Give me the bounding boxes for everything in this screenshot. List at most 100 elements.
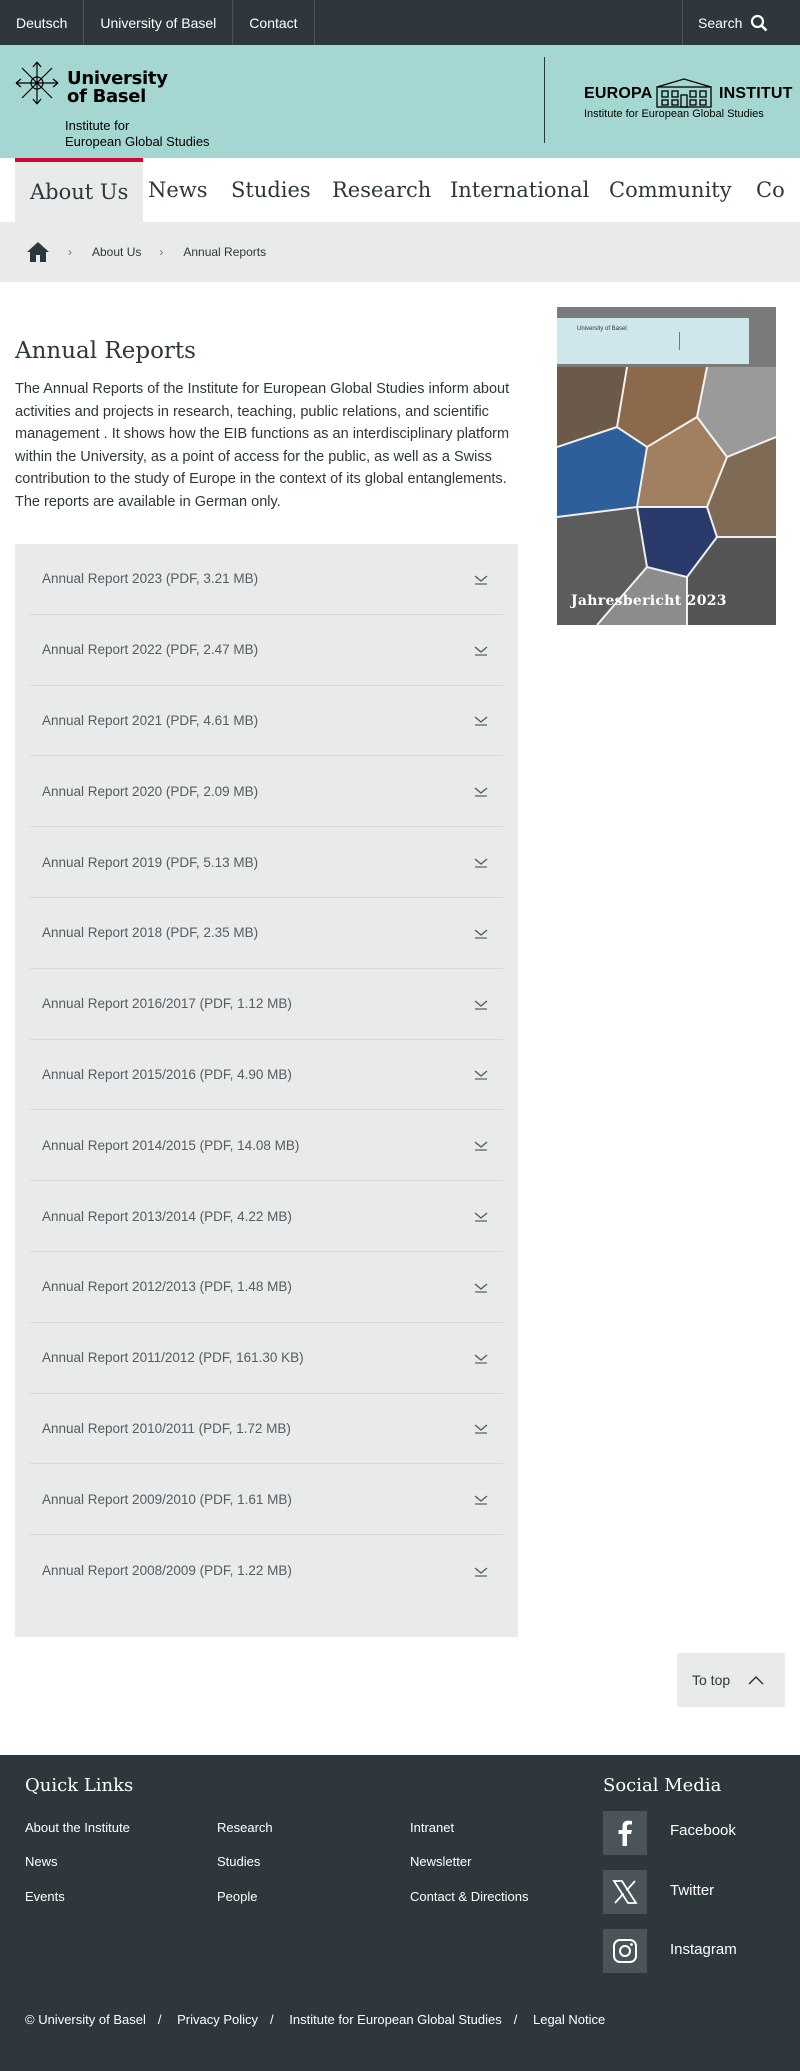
privacy-policy-link[interactable]: Privacy Policy bbox=[177, 2012, 258, 2027]
search-label: Search bbox=[698, 14, 743, 31]
accordion-item[interactable]: Annual Report 2014/2015 (PDF, 14.08 MB) bbox=[30, 1110, 503, 1182]
university-logo[interactable]: University of Basel Institute for Europe… bbox=[15, 59, 275, 149]
building-icon bbox=[656, 78, 712, 108]
accordion-item-label: Annual Report 2008/2009 (PDF, 1.22 MB) bbox=[42, 1563, 292, 1579]
accordion-item-label: Annual Report 2021 (PDF, 4.61 MB) bbox=[42, 712, 259, 728]
main-navigation: About Us News Studies Research Internati… bbox=[0, 158, 800, 222]
facebook-link[interactable]: Facebook bbox=[670, 1822, 736, 1839]
accordion-item[interactable]: Annual Report 2018 (PDF, 2.35 MB) bbox=[30, 898, 503, 969]
accordion-item[interactable]: Annual Report 2022 (PDF, 2.47 MB) bbox=[30, 615, 503, 686]
chevron-down-icon bbox=[474, 1141, 488, 1151]
nav-item-news[interactable]: News bbox=[133, 158, 223, 222]
breadcrumb-current: Annual Reports bbox=[183, 245, 267, 259]
chevron-down-icon bbox=[474, 1070, 488, 1081]
accordion-item[interactable]: Annual Report 2019 (PDF, 5.13 MB) bbox=[30, 827, 503, 898]
home-icon[interactable] bbox=[26, 241, 50, 263]
footer-link-events[interactable]: Events bbox=[25, 1889, 65, 1904]
accordion-item[interactable]: Annual Report 2010/2011 (PDF, 1.72 MB) bbox=[30, 1394, 503, 1465]
chevron-down-icon bbox=[474, 1424, 488, 1435]
accordion-item[interactable]: Annual Report 2020 (PDF, 2.09 MB) bbox=[30, 756, 503, 828]
nav-item-about-us[interactable]: About Us bbox=[15, 158, 144, 222]
annual-report-cover-image: University of Basel Jahresbericht 2023 bbox=[557, 307, 776, 625]
page-title: Annual Reports bbox=[15, 338, 196, 364]
chevron-down-icon bbox=[474, 858, 488, 868]
accordion-item-label: Annual Report 2022 (PDF, 2.47 MB) bbox=[42, 642, 259, 658]
accordion-item-label: Annual Report 2023 (PDF, 3.21 MB) bbox=[42, 571, 259, 587]
breadcrumb-about-us[interactable]: About Us bbox=[92, 245, 141, 259]
accordion-item-label: Annual Report 2020 (PDF, 2.09 MB) bbox=[42, 783, 259, 799]
intro-text: The Annual Reports of the Institute for … bbox=[15, 381, 510, 510]
accordion-item-label: Annual Report 2014/2015 (PDF, 14.08 MB) bbox=[42, 1137, 300, 1153]
chevron-up-icon bbox=[748, 1675, 764, 1685]
accordion-item[interactable]: Annual Report 2021 (PDF, 4.61 MB) bbox=[30, 686, 503, 757]
search-button[interactable]: Search bbox=[682, 0, 800, 45]
nav-item-community[interactable]: Community bbox=[594, 158, 747, 222]
cover-caption: Jahresbericht 2023 bbox=[571, 593, 727, 609]
institute-name: Institute for European Global Studies bbox=[65, 118, 210, 149]
chevron-down-icon bbox=[474, 1283, 488, 1293]
facebook-icon[interactable] bbox=[603, 1811, 647, 1855]
twitter-link[interactable]: Twitter bbox=[670, 1882, 714, 1899]
instagram-link[interactable]: Instagram bbox=[670, 1941, 737, 1958]
accordion-item-label: Annual Report 2019 (PDF, 5.13 MB) bbox=[42, 854, 259, 870]
accordion-item[interactable]: Annual Report 2023 (PDF, 3.21 MB) bbox=[30, 544, 503, 615]
accordion-item[interactable]: Annual Report 2012/2013 (PDF, 1.48 MB) bbox=[30, 1252, 503, 1323]
nav-item-studies[interactable]: Studies bbox=[216, 158, 326, 222]
legal-notice-link[interactable]: Legal Notice bbox=[533, 2012, 605, 2027]
accordion-item[interactable]: Annual Report 2009/2010 (PDF, 1.61 MB) bbox=[30, 1464, 503, 1536]
accordion-item[interactable]: Annual Report 2008/2009 (PDF, 1.22 MB) bbox=[30, 1535, 503, 1606]
header-divider bbox=[544, 57, 545, 143]
nav-item-international[interactable]: International bbox=[435, 158, 604, 222]
chevron-down-icon bbox=[474, 929, 488, 939]
accordion-item[interactable]: Annual Report 2016/2017 (PDF, 1.12 MB) bbox=[30, 969, 503, 1040]
europa-institut-logo[interactable]: EUROPA INSTITUT Institute for European G… bbox=[584, 77, 792, 127]
footer-link-about[interactable]: About the Institute bbox=[25, 1820, 130, 1835]
chevron-right-icon: › bbox=[68, 245, 72, 259]
accordion-item[interactable]: Annual Report 2015/2016 (PDF, 4.90 MB) bbox=[30, 1040, 503, 1111]
accordion-item[interactable]: Annual Report 2013/2014 (PDF, 4.22 MB) bbox=[30, 1181, 503, 1252]
university-name: University of Basel bbox=[67, 68, 168, 107]
footer-link-contact[interactable]: Contact & Directions bbox=[410, 1889, 529, 1904]
x-icon[interactable] bbox=[603, 1870, 647, 1914]
chevron-down-icon bbox=[474, 1567, 488, 1577]
accordion-item[interactable]: Annual Report 2011/2012 (PDF, 161.30 KB) bbox=[30, 1323, 503, 1394]
cover-header-bar: University of Basel bbox=[557, 318, 749, 364]
breadcrumb: › About Us › Annual Reports bbox=[0, 222, 800, 282]
instagram-icon[interactable] bbox=[603, 1929, 647, 1973]
quick-links-title: Quick Links bbox=[25, 1775, 134, 1796]
language-link[interactable]: Deutsch bbox=[0, 0, 85, 45]
chevron-down-icon bbox=[474, 1000, 488, 1010]
accordion-item-label: Annual Report 2015/2016 (PDF, 4.90 MB) bbox=[42, 1066, 292, 1082]
nav-item-truncated[interactable]: Co bbox=[741, 158, 800, 222]
to-top-button[interactable]: To top bbox=[677, 1653, 785, 1707]
footer-link-people[interactable]: People bbox=[217, 1889, 257, 1904]
legal-links: © University of Basel / Privacy Policy / I… bbox=[25, 2012, 606, 2027]
chevron-down-icon bbox=[474, 1354, 488, 1364]
copyright-text: © University of Basel bbox=[25, 2012, 146, 2027]
accordion-item-label: Annual Report 2012/2013 (PDF, 1.48 MB) bbox=[42, 1279, 292, 1295]
accordion-item-label: Annual Report 2016/2017 (PDF, 1.12 MB) bbox=[42, 996, 292, 1012]
footer-link-studies[interactable]: Studies bbox=[217, 1854, 260, 1869]
chevron-down-icon bbox=[474, 1212, 488, 1222]
university-emblem-icon bbox=[15, 61, 59, 105]
site-header: University of Basel Institute for Europe… bbox=[0, 45, 800, 158]
footer-link-newsletter[interactable]: Newsletter bbox=[410, 1854, 471, 1869]
chevron-down-icon bbox=[474, 787, 488, 797]
university-link[interactable]: University of Basel bbox=[84, 0, 234, 45]
annual-reports-accordion: Annual Report 2023 (PDF, 3.21 MB) Annual … bbox=[15, 544, 518, 1637]
institute-link[interactable]: Institute for European Global Studies bbox=[289, 2012, 501, 2027]
search-icon bbox=[751, 14, 768, 31]
accordion-item-label: Annual Report 2011/2012 (PDF, 161.30 KB) bbox=[42, 1350, 304, 1366]
chevron-down-icon bbox=[474, 646, 488, 656]
accordion-item-label: Annual Report 2010/2011 (PDF, 1.72 MB) bbox=[42, 1420, 291, 1436]
top-utility-bar: Deutsch University of Basel Contact Sear… bbox=[0, 0, 800, 45]
footer-link-intranet[interactable]: Intranet bbox=[410, 1820, 454, 1835]
nav-item-research[interactable]: Research bbox=[317, 158, 446, 222]
accordion-item-label: Annual Report 2018 (PDF, 2.35 MB) bbox=[42, 925, 259, 941]
chevron-down-icon bbox=[474, 575, 488, 585]
chevron-down-icon bbox=[474, 1495, 488, 1505]
footer-link-research[interactable]: Research bbox=[217, 1820, 273, 1835]
footer-link-news[interactable]: News bbox=[25, 1854, 58, 1869]
contact-link[interactable]: Contact bbox=[233, 0, 315, 45]
chevron-right-icon: › bbox=[159, 245, 164, 259]
